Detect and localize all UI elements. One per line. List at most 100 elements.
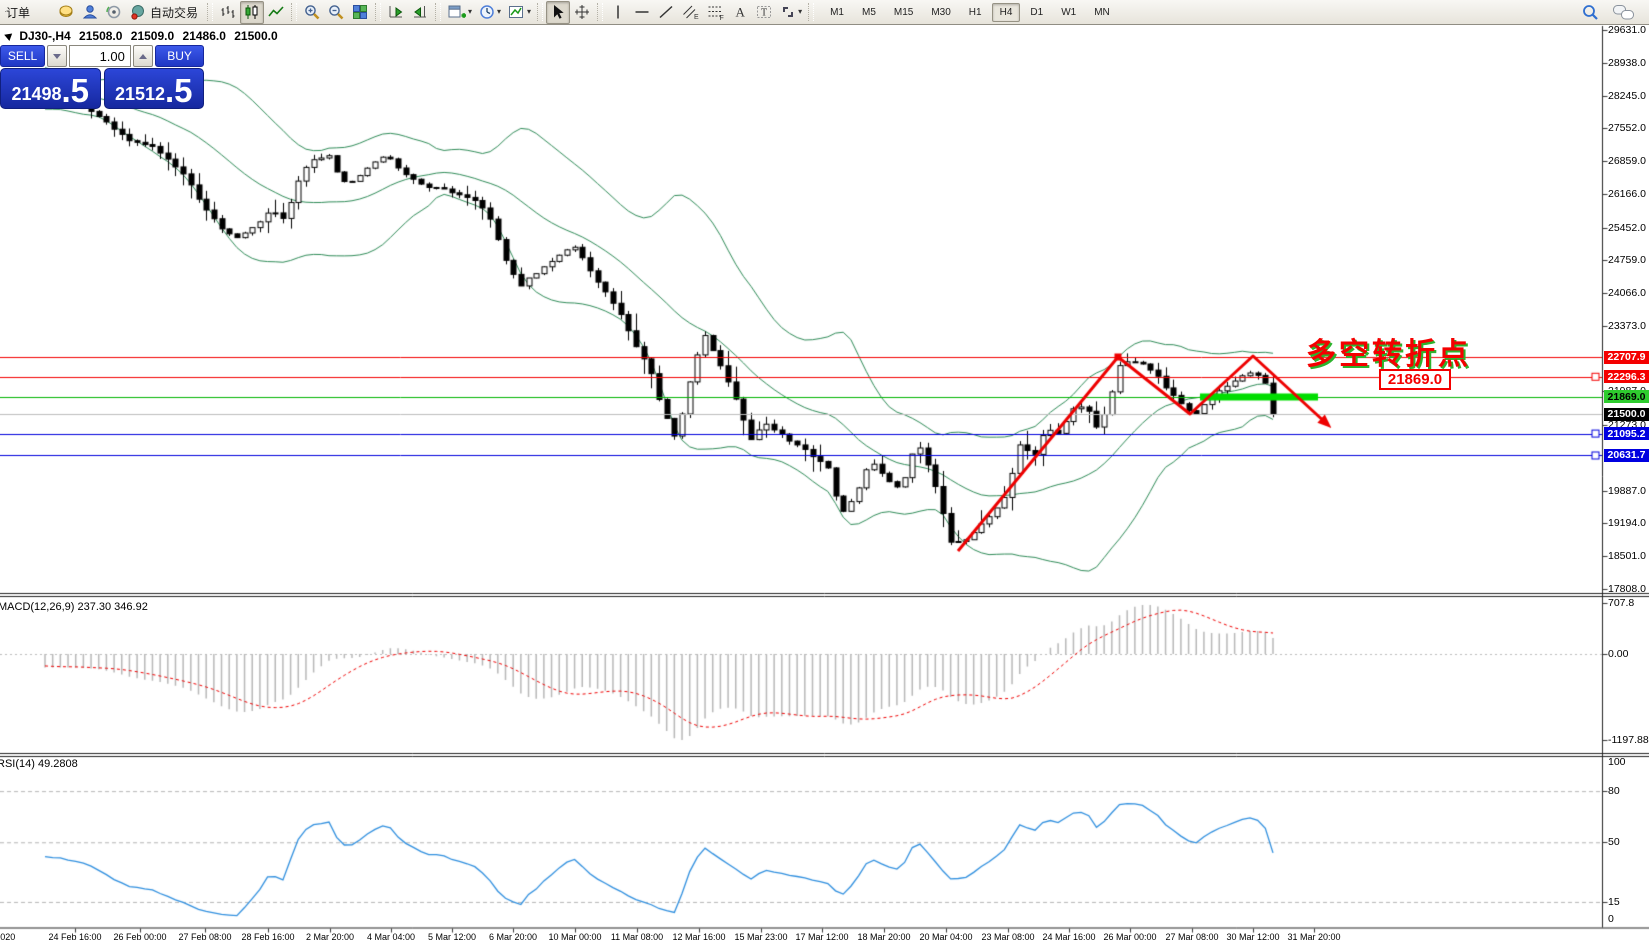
price-tick: 28245.0 xyxy=(1608,90,1646,102)
auto-scroll-icon[interactable] xyxy=(384,1,408,24)
data-window-icon[interactable] xyxy=(78,1,102,24)
timeframe-button-w1[interactable]: W1 xyxy=(1053,3,1084,22)
cursor-icon[interactable] xyxy=(546,1,570,24)
price-tick: 26859.0 xyxy=(1608,155,1646,167)
buy-price-button[interactable]: 21512.5 xyxy=(104,68,205,109)
price-chip: 21869.0 xyxy=(1604,390,1649,403)
timeframe-button-m15[interactable]: M15 xyxy=(886,3,921,22)
quote-open: 21508.0 xyxy=(79,29,122,43)
new-chart-icon[interactable]: ▾ xyxy=(444,1,475,24)
toolbar-separator xyxy=(537,3,543,21)
chart-canvas[interactable] xyxy=(0,0,1649,945)
arrows-tool-icon[interactable]: ▾ xyxy=(776,1,805,24)
time-label: 10 Mar 00:00 xyxy=(548,932,601,942)
time-label: 23 Mar 08:00 xyxy=(981,932,1034,942)
price-tick: 24759.0 xyxy=(1608,254,1646,266)
time-label: 31 Mar 20:00 xyxy=(1287,932,1340,942)
fibonacci-icon[interactable]: F xyxy=(703,1,728,24)
time-label: 24 Mar 16:00 xyxy=(1042,932,1095,942)
quote-line: DJ30-,H4 21508.0 21509.0 21486.0 21500.0 xyxy=(4,29,283,43)
svg-text:A: A xyxy=(736,5,746,20)
price-tick: 23373.0 xyxy=(1608,320,1646,332)
down-arrow-icon xyxy=(53,54,61,59)
sell-price-main: 21498 xyxy=(11,81,61,107)
search-icon[interactable] xyxy=(1578,1,1603,24)
market-watch-icon[interactable] xyxy=(54,1,78,24)
timeframe-button-m1[interactable]: M1 xyxy=(822,3,852,22)
timeframe-button-h4[interactable]: H4 xyxy=(992,3,1021,22)
toolbar-separator xyxy=(808,3,814,21)
quote-high: 21509.0 xyxy=(131,29,174,43)
time-label: 26 Mar 00:00 xyxy=(1103,932,1156,942)
text-icon[interactable]: A xyxy=(728,1,752,24)
time-label: 2 Mar 20:00 xyxy=(306,932,354,942)
auto-trading-button[interactable]: 自动交易 xyxy=(126,1,204,24)
volume-increase-button[interactable] xyxy=(133,45,153,67)
turning-point-annotation[interactable]: 多空转折点 xyxy=(1306,329,1471,373)
price-level-annotation[interactable]: 21869.0 xyxy=(1379,369,1451,390)
auto-trading-label: 自动交易 xyxy=(147,4,201,21)
price-chip: 22707.9 xyxy=(1604,351,1649,364)
dropdown-caret: ▾ xyxy=(527,8,531,16)
rsi-name: RSI(14) xyxy=(0,758,35,770)
chat-icon[interactable] xyxy=(1609,1,1639,24)
equidistant-channel-icon[interactable]: E xyxy=(678,1,703,24)
time-label: 24 Feb 16:00 xyxy=(48,932,101,942)
sell-button[interactable]: SELL xyxy=(0,45,45,67)
price-tick: 28938.0 xyxy=(1608,57,1646,69)
time-label: 26 Feb 00:00 xyxy=(113,932,166,942)
signal-icon[interactable] xyxy=(102,1,126,24)
dropdown-caret: ▾ xyxy=(798,8,802,16)
toolbar: 新订单 自动交易 xyxy=(0,0,1649,25)
symbol-marker-icon xyxy=(3,31,12,41)
line-chart-icon[interactable] xyxy=(264,1,288,24)
toolbar-separator xyxy=(291,3,297,21)
time-label: 20 Mar 04:00 xyxy=(919,932,972,942)
timeframe-button-m30[interactable]: M30 xyxy=(923,3,958,22)
time-label: 6 Mar 20:00 xyxy=(489,932,537,942)
macd-label: MACD(12,26,9) 237.30 346.92 xyxy=(0,601,148,613)
crosshair-icon[interactable] xyxy=(570,1,594,24)
timeframe-button-d1[interactable]: D1 xyxy=(1022,3,1051,22)
zoom-in-icon[interactable] xyxy=(300,1,324,24)
timeframe-button-m5[interactable]: M5 xyxy=(854,3,884,22)
horizontal-line-icon[interactable] xyxy=(630,1,654,24)
dropdown-caret: ▾ xyxy=(468,8,472,16)
new-order-label: 新订单 xyxy=(5,4,33,21)
timeframe-button-h1[interactable]: H1 xyxy=(961,3,990,22)
sell-price-frac: .5 xyxy=(62,74,90,107)
time-label: 17 Mar 12:00 xyxy=(795,932,848,942)
buy-button[interactable]: BUY xyxy=(155,45,204,67)
toolbar-separator xyxy=(435,3,441,21)
price-tick: 25452.0 xyxy=(1608,222,1646,234)
price-tick: 18501.0 xyxy=(1608,550,1646,562)
volume-decrease-button[interactable] xyxy=(47,45,67,67)
one-click-trading-panel: SELL 1.00 BUY 21498.5 21512.5 xyxy=(0,45,204,110)
toolbar-separator xyxy=(375,3,381,21)
sell-price-button[interactable]: 21498.5 xyxy=(0,68,101,109)
macd-axis-tick: 707.8 xyxy=(1608,597,1634,609)
profiles-icon[interactable]: ▾ xyxy=(475,1,504,24)
time-label: 24 Feb 2020 xyxy=(0,932,15,942)
volume-input[interactable]: 1.00 xyxy=(69,45,131,67)
text-label-icon[interactable]: T xyxy=(752,1,776,24)
time-label: 12 Mar 16:00 xyxy=(672,932,725,942)
buy-label: BUY xyxy=(167,49,192,63)
time-label: 15 Mar 23:00 xyxy=(734,932,787,942)
chart-shift-icon[interactable] xyxy=(408,1,432,24)
candlestick-chart-icon[interactable] xyxy=(240,1,264,24)
zoom-out-icon[interactable] xyxy=(324,1,348,24)
tile-windows-icon[interactable] xyxy=(348,1,372,24)
trendline-icon[interactable] xyxy=(654,1,678,24)
time-label: 11 Mar 08:00 xyxy=(611,932,663,942)
buy-price-main: 21512 xyxy=(115,81,165,107)
new-order-button[interactable]: 新订单 xyxy=(2,1,54,24)
indicators-icon[interactable]: ▾ xyxy=(504,1,534,24)
vertical-line-icon[interactable] xyxy=(606,1,630,24)
macd-values: 237.30 346.92 xyxy=(77,601,147,613)
svg-text:F: F xyxy=(720,15,724,21)
timeframe-button-mn[interactable]: MN xyxy=(1086,3,1118,22)
macd-axis-tick: 0.00 xyxy=(1608,648,1628,660)
symbol-period: DJ30-,H4 xyxy=(19,29,70,43)
bar-chart-icon[interactable] xyxy=(216,1,240,24)
